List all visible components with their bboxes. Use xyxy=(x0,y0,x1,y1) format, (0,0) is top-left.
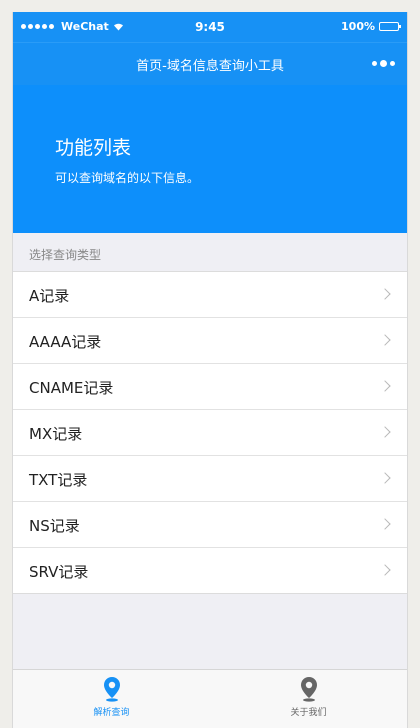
phone-frame: WeChat 9:45 100% 首页-域名信息查询小工具 功能列表 可以查询域… xyxy=(12,12,408,728)
record-item-ns[interactable]: NS记录 xyxy=(13,502,407,548)
location-pin-icon xyxy=(300,677,317,702)
record-item-txt[interactable]: TXT记录 xyxy=(13,456,407,502)
record-item-cname[interactable]: CNAME记录 xyxy=(13,364,407,410)
chevron-right-icon xyxy=(379,426,391,438)
record-list: A记录 AAAA记录 CNAME记录 MX记录 TXT记录 NS记录 SRV记录 xyxy=(13,271,407,594)
nav-bar: 首页-域名信息查询小工具 xyxy=(13,42,407,85)
status-right: 100% xyxy=(341,20,401,33)
record-label: MX记录 xyxy=(29,425,83,443)
nav-title: 首页-域名信息查询小工具 xyxy=(136,59,284,74)
status-bar: WeChat 9:45 100% xyxy=(13,12,407,42)
record-label: TXT记录 xyxy=(29,471,88,489)
location-pin-icon xyxy=(103,677,120,702)
chevron-right-icon xyxy=(379,334,391,346)
tab-label: 关于我们 xyxy=(290,708,327,718)
record-item-mx[interactable]: MX记录 xyxy=(13,410,407,456)
chevron-right-icon xyxy=(379,472,391,484)
hero-title: 功能列表 xyxy=(55,137,132,159)
record-item-a[interactable]: A记录 xyxy=(13,272,407,318)
hero-banner: 功能列表 可以查询域名的以下信息。 xyxy=(13,85,407,233)
record-item-srv[interactable]: SRV记录 xyxy=(13,548,407,593)
record-item-aaaa[interactable]: AAAA记录 xyxy=(13,318,407,364)
record-label: CNAME记录 xyxy=(29,379,114,397)
battery-percent: 100% xyxy=(341,20,375,33)
record-label: SRV记录 xyxy=(29,563,89,581)
hero-description: 可以查询域名的以下信息。 xyxy=(55,171,200,185)
chevron-right-icon xyxy=(379,518,391,530)
chevron-right-icon xyxy=(379,380,391,392)
record-label: NS记录 xyxy=(29,517,80,535)
battery-icon xyxy=(379,22,401,31)
record-label: AAAA记录 xyxy=(29,333,102,351)
tab-about[interactable]: 关于我们 xyxy=(210,670,407,728)
tab-bar: 解析查询 关于我们 xyxy=(13,669,407,728)
section-label: 选择查询类型 xyxy=(29,248,102,262)
more-options-icon[interactable] xyxy=(372,60,395,67)
record-label: A记录 xyxy=(29,287,70,305)
tab-label: 解析查询 xyxy=(93,708,130,718)
chevron-right-icon xyxy=(379,564,391,576)
chevron-right-icon xyxy=(379,288,391,300)
tab-lookup[interactable]: 解析查询 xyxy=(13,670,210,728)
